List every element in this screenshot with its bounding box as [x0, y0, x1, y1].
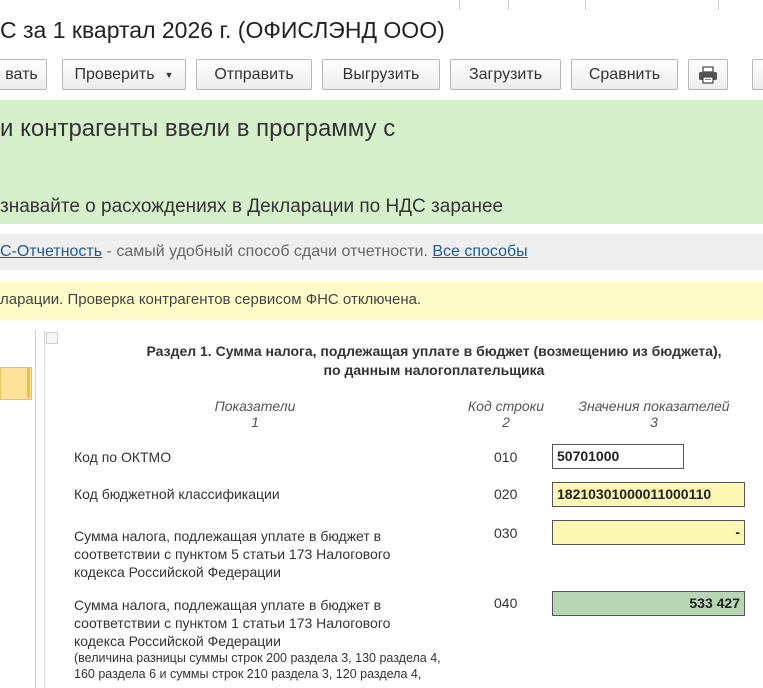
kbk-field[interactable]: 18210301000011000110	[552, 482, 745, 507]
label-line: кодекса Российской Федерации	[74, 633, 281, 649]
row-code: 040	[494, 595, 518, 611]
notice-bar: ларации. Проверка контрагентов сервисом …	[0, 282, 763, 320]
reporting-link[interactable]: С-Отчетность	[0, 243, 102, 260]
label-line: соответствии с пунктом 5 статьи 173 Нало…	[74, 546, 391, 562]
check-button[interactable]: Проверить ▼	[62, 59, 186, 90]
info-banner: и контрагенты ввели в программу с знавай…	[0, 100, 763, 224]
window-title: С за 1 квартал 2026 г. (ОФИСЛЭНД ООО)	[0, 17, 445, 43]
label-line: кодекса Российской Федерации	[74, 564, 281, 580]
row-label-tax-p1: Сумма налога, подлежащая уплате в бюджет…	[74, 596, 441, 682]
write-button-label: вать	[5, 65, 38, 83]
promo-text: - самый удобный способ сдачи отчетности.	[102, 243, 433, 260]
row-label-tax-p5: Сумма налога, подлежащая уплате в бюджет…	[74, 527, 390, 581]
export-button[interactable]: Выгрузить	[322, 59, 440, 90]
banner-subline: знавайте о расхождениях в Декларации по …	[0, 196, 504, 217]
column-header-code: Код строки 2	[458, 398, 554, 430]
oktmo-field[interactable]: 50701000	[552, 444, 684, 469]
label-line: соответствии с пунктом 1 статьи 173 Нало…	[74, 615, 391, 631]
tax-p5-field[interactable]: -	[552, 520, 745, 545]
section-title-line: Раздел 1. Сумма налога, подлежащая уплат…	[146, 343, 722, 359]
send-button[interactable]: Отправить	[196, 59, 312, 90]
send-button-label: Отправить	[214, 65, 294, 83]
compare-button[interactable]: Сравнить	[571, 59, 678, 90]
promo-bar: С-Отчетность - самый удобный способ сдач…	[0, 234, 763, 270]
write-button[interactable]: вать	[0, 59, 47, 90]
column-header-label: Показатели	[214, 398, 296, 414]
column-header-label: Значения показателей	[578, 398, 730, 414]
tab-separator	[585, 0, 586, 10]
declaration-form: Раздел 1. Сумма налога, подлежащая уплат…	[45, 330, 763, 688]
chevron-down-icon: ▼	[164, 69, 174, 80]
import-button-label: Загрузить	[468, 65, 543, 83]
column-header-number: 3	[650, 414, 658, 430]
label-note-line: 160 раздела 6 и суммы строк 210 раздела …	[74, 667, 422, 681]
row-label-oktmo: Код по ОКТМО	[74, 449, 172, 465]
tab-strip	[0, 0, 763, 10]
selection-marker	[27, 367, 30, 398]
row-code: 010	[494, 449, 518, 465]
row-code: 020	[494, 486, 518, 502]
more-button[interactable]	[752, 59, 763, 90]
label-line: Сумма налога, подлежащая уплате в бюджет…	[74, 597, 382, 613]
banner-headline: и контрагенты ввели в программу с	[0, 115, 396, 142]
section-title: Раздел 1. Сумма налога, подлежащая уплат…	[104, 342, 763, 380]
section-title-line: по данным налогоплательщика	[323, 362, 545, 378]
tab-separator	[508, 0, 509, 10]
tab-separator	[459, 0, 460, 10]
all-ways-link[interactable]: Все способы	[432, 243, 527, 260]
sections-panel	[0, 330, 36, 688]
column-header-number: 2	[502, 414, 510, 430]
tax-p1-field[interactable]: 533 427	[552, 591, 745, 616]
column-header-values: Значения показателей 3	[564, 398, 744, 430]
column-header-number: 1	[251, 414, 259, 430]
printer-icon	[699, 65, 717, 84]
label-line: Сумма налога, подлежащая уплате в бюджет…	[74, 528, 382, 544]
row-code: 030	[494, 525, 518, 541]
column-header-indicators: Показатели 1	[195, 398, 315, 430]
export-button-label: Выгрузить	[342, 65, 420, 83]
compare-button-label: Сравнить	[588, 65, 661, 83]
label-note-line: (величина разницы суммы строк 200 раздел…	[74, 651, 441, 665]
print-button[interactable]	[688, 59, 728, 90]
row-label-kbk: Код бюджетной классификации	[74, 486, 280, 502]
tab-separator	[718, 0, 719, 10]
column-header-label: Код строки	[467, 398, 545, 414]
import-button[interactable]: Загрузить	[450, 59, 561, 90]
check-button-label: Проверить	[74, 65, 155, 83]
